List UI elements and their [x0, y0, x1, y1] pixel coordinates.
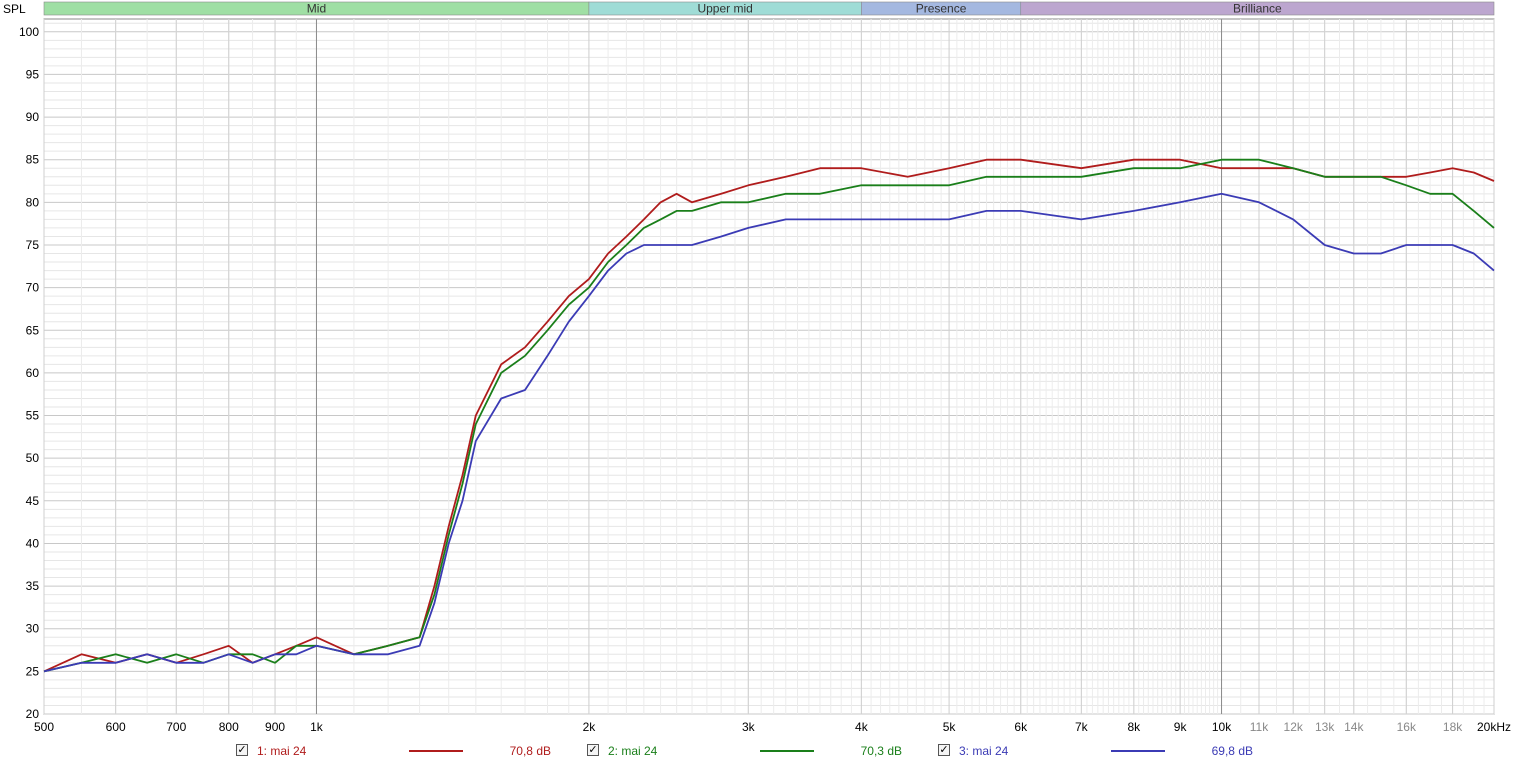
y-tick-label: 95: [26, 67, 40, 81]
frequency-bands: Mid Upper mid Presence Brilliance: [43, 2, 1495, 16]
legend-series-name: 2: mai 24: [608, 744, 658, 758]
x-tick-label: 900: [265, 720, 285, 734]
x-tick-labels: 500 600 700 800 900 1k 2k 3k 4k 5k 6k 7k 8k 9k 10k 11k 1…: [34, 720, 1511, 734]
y-tick-label: 25: [26, 664, 40, 678]
x-tick-label: 5k: [943, 720, 957, 734]
band-label: Presence: [916, 2, 967, 16]
y-tick-label: 65: [26, 323, 40, 337]
x-tick-label: 1k: [310, 720, 324, 734]
x-tick-label: 2k: [583, 720, 597, 734]
x-tick-label: 6k: [1014, 720, 1028, 734]
y-tick-label: 75: [26, 238, 40, 252]
y-tick-label: 30: [26, 622, 40, 636]
y-tick-label: 35: [26, 579, 40, 593]
y-tick-label: 80: [26, 195, 40, 209]
legend-line-swatch: [1111, 750, 1165, 752]
x-tick-label: 16k: [1397, 720, 1417, 734]
x-tick-label: 20kHz: [1477, 720, 1511, 734]
y-tick-label: 40: [26, 536, 40, 550]
y-tick-labels: 20 25 30 35 40 45 50 55 60 65 70 75 80 85 90 95 100: [19, 25, 39, 721]
legend-checkbox-1[interactable]: ✓: [236, 744, 248, 756]
y-axis-label: SPL: [3, 2, 26, 16]
x-tick-label: 13k: [1315, 720, 1335, 734]
x-tick-label: 8k: [1127, 720, 1141, 734]
y-tick-label: 60: [26, 366, 40, 380]
x-tick-label: 9k: [1174, 720, 1188, 734]
x-tick-label: 600: [106, 720, 126, 734]
x-tick-label: 12k: [1284, 720, 1304, 734]
y-tick-label: 70: [26, 281, 40, 295]
legend-series-name: 3: mai 24: [959, 744, 1009, 758]
y-tick-label: 100: [19, 25, 39, 39]
legend-series-name: 1: mai 24: [257, 744, 307, 758]
y-tick-label: 20: [26, 707, 40, 721]
legend-checkbox-2[interactable]: ✓: [587, 744, 599, 756]
x-tick-label: 14k: [1344, 720, 1364, 734]
x-tick-label: 11k: [1250, 720, 1269, 734]
x-tick-label: 4k: [855, 720, 869, 734]
x-tick-label: 10k: [1212, 720, 1232, 734]
x-tick-label: 18k: [1443, 720, 1463, 734]
y-tick-label: 50: [26, 451, 40, 465]
y-tick-label: 90: [26, 110, 40, 124]
x-tick-label: 800: [219, 720, 239, 734]
legend-average-value: 69,8 dB: [1211, 744, 1253, 758]
frequency-response-chart: Mid Upper mid Presence Brilliance 20 25 30 35 4…: [3, 2, 1511, 735]
legend-average-value: 70,3 dB: [860, 744, 902, 758]
band-label: Brilliance: [1233, 2, 1282, 16]
band-label: Mid: [307, 2, 326, 16]
x-tick-label: 7k: [1075, 720, 1089, 734]
y-tick-label: 55: [26, 409, 40, 423]
x-tick-label: 700: [166, 720, 186, 734]
x-tick-label: 500: [34, 720, 54, 734]
legend-checkbox-3[interactable]: ✓: [938, 744, 950, 756]
y-tick-label: 45: [26, 494, 40, 508]
legend-average-value: 70,8 dB: [509, 744, 551, 758]
legend-line-swatch: [760, 750, 814, 752]
legend-line-swatch: [409, 750, 463, 752]
y-tick-label: 85: [26, 153, 40, 167]
x-tick-label: 3k: [742, 720, 756, 734]
band-label: Upper mid: [697, 2, 752, 16]
